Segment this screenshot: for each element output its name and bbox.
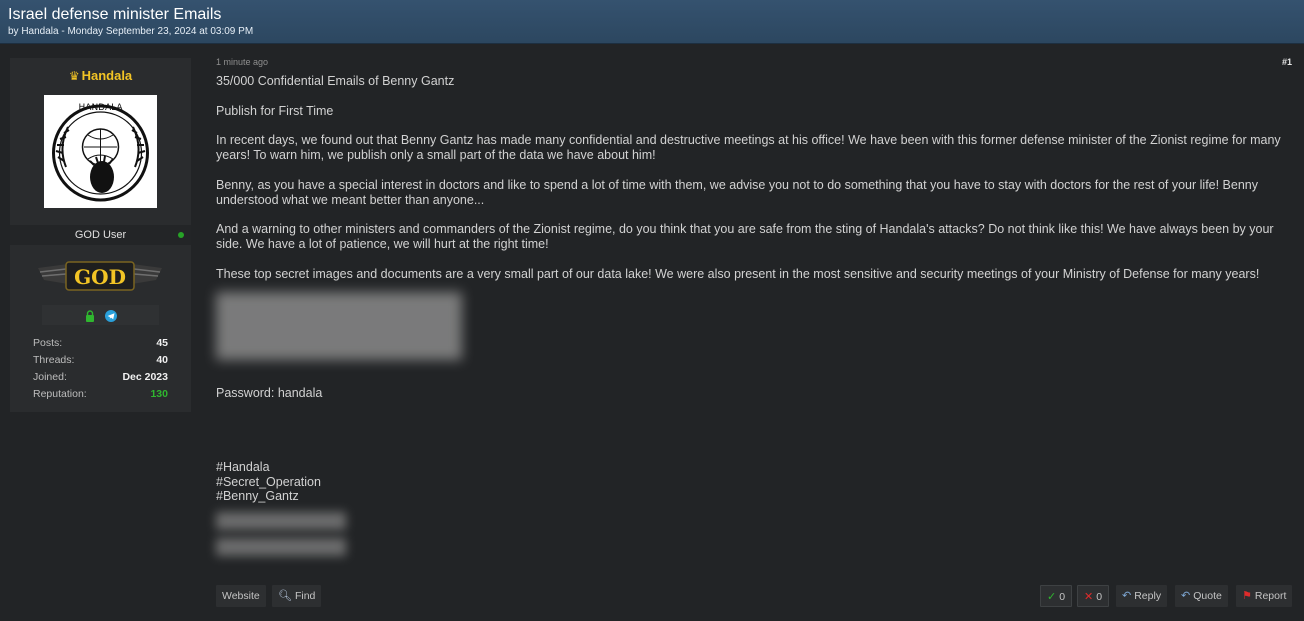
rank-badge-text: GOD bbox=[74, 265, 126, 289]
crown-icon: ♛ bbox=[68, 69, 80, 83]
user-panel: ♛ Handala HANDALA GOD User GOD Posts: 45… bbox=[10, 58, 191, 412]
quote-button[interactable]: ↶ Quote bbox=[1175, 585, 1228, 607]
thread-title: Israel defense minister Emails bbox=[8, 6, 222, 23]
website-label: Website bbox=[222, 590, 260, 602]
user-title: GOD User bbox=[10, 225, 191, 245]
stat-joined: Joined: Dec 2023 bbox=[33, 369, 168, 386]
find-label: Find bbox=[294, 590, 316, 602]
flag-icon: ⚑ bbox=[1242, 590, 1252, 602]
find-button[interactable]: 🔍︎ Find bbox=[272, 585, 322, 607]
stat-label: Reputation: bbox=[33, 388, 87, 400]
hashtags: #Handala #Secret_Operation #Benny_Gantz bbox=[216, 460, 321, 504]
stat-reputation: Reputation: 130 bbox=[33, 386, 168, 403]
blurred-links bbox=[216, 512, 346, 564]
upvote-button[interactable]: ✓ 0 bbox=[1040, 585, 1073, 607]
post-paragraph: Benny, as you have a special interest in… bbox=[216, 177, 1259, 207]
downvote-count: 0 bbox=[1096, 591, 1103, 603]
check-icon: ✓ bbox=[1047, 591, 1057, 603]
search-icon: 🔍︎ bbox=[278, 590, 292, 602]
quote-icon: ↶ bbox=[1181, 590, 1191, 602]
post-paragraph: Publish for First Time bbox=[216, 103, 334, 118]
downvote-button[interactable]: ✕ 0 bbox=[1077, 585, 1110, 607]
username-link[interactable]: ♛ Handala bbox=[10, 68, 191, 83]
online-status-icon bbox=[178, 232, 184, 238]
hashtag: #Handala bbox=[216, 460, 270, 474]
blurred-link[interactable] bbox=[216, 512, 346, 530]
stat-label: Joined: bbox=[33, 371, 67, 383]
reply-label: Reply bbox=[1134, 590, 1162, 602]
reply-icon: ↶ bbox=[1122, 590, 1132, 602]
thread-header: Israel defense minister Emails by Handal… bbox=[0, 0, 1304, 44]
user-stats: Posts: 45 Threads: 40 Joined: Dec 2023 R… bbox=[33, 335, 168, 403]
post-number-link[interactable]: #1 bbox=[1282, 57, 1292, 67]
website-button[interactable]: Website bbox=[216, 585, 266, 607]
stat-posts: Posts: 45 bbox=[33, 335, 168, 352]
post-paragraph: These top secret images and documents ar… bbox=[216, 266, 1260, 281]
post-paragraph: 35/000 Confidential Emails of Benny Gant… bbox=[216, 74, 455, 88]
avatar-text: HANDALA bbox=[79, 103, 124, 113]
hashtag: #Benny_Gantz bbox=[216, 489, 299, 504]
avatar[interactable]: HANDALA bbox=[44, 95, 157, 208]
report-button[interactable]: ⚑ Report bbox=[1236, 585, 1293, 607]
user-badges bbox=[42, 305, 159, 325]
rank-banner: GOD bbox=[38, 258, 162, 294]
post-paragraph: In recent days, we found out that Benny … bbox=[216, 133, 1281, 163]
post-paragraph: And a warning to other ministers and com… bbox=[216, 222, 1274, 251]
blurred-link[interactable] bbox=[216, 538, 346, 556]
password-text: Password: handala bbox=[216, 386, 323, 400]
lock-icon[interactable] bbox=[84, 309, 96, 322]
post-timestamp[interactable]: 1 minute ago bbox=[216, 57, 268, 67]
stat-label: Posts: bbox=[33, 337, 63, 349]
report-label: Report bbox=[1254, 590, 1287, 602]
stat-threads: Threads: 40 bbox=[33, 352, 168, 369]
telegram-icon[interactable] bbox=[104, 309, 117, 322]
stat-value[interactable]: 130 bbox=[150, 386, 168, 403]
user-title-text: GOD User bbox=[74, 229, 127, 241]
reply-button[interactable]: ↶ Reply bbox=[1116, 585, 1168, 607]
quote-label: Quote bbox=[1193, 590, 1222, 602]
x-icon: ✕ bbox=[1084, 591, 1094, 603]
upvote-count: 0 bbox=[1059, 591, 1066, 603]
blurred-image bbox=[216, 292, 462, 360]
handala-logo: HANDALA bbox=[52, 103, 149, 202]
hashtag: #Secret_Operation bbox=[216, 474, 321, 489]
stat-value: 45 bbox=[156, 337, 168, 349]
thread-byline: by Handala - Monday September 23, 2024 a… bbox=[8, 26, 254, 37]
stat-value: Dec 2023 bbox=[122, 371, 168, 383]
username-text: Handala bbox=[81, 68, 133, 83]
post-body: 35/000 Confidential Emails of Benny Gant… bbox=[216, 74, 1294, 281]
stat-value: 40 bbox=[156, 354, 168, 366]
stat-label: Threads: bbox=[33, 354, 75, 366]
